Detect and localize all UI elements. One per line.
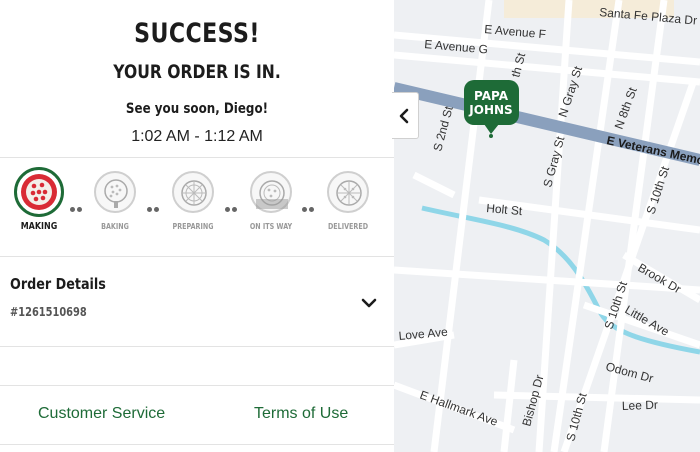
divider (0, 385, 394, 386)
page-subtitle: YOUR ORDER IS IN. (113, 61, 281, 83)
tracker-connector (225, 199, 241, 212)
pizza-preparing-icon (172, 171, 214, 213)
street-label: Holt St (486, 201, 524, 218)
pizza-delivered-icon (327, 171, 369, 213)
order-status-panel: SUCCESS! YOUR ORDER IS IN. See you soon,… (0, 0, 394, 452)
terms-of-use-link[interactable]: Terms of Use (254, 405, 348, 423)
tracker-step-baking: BAKING (85, 171, 145, 231)
divider (0, 444, 394, 445)
map-canvas: E Avenue G E Avenue F Santa Fe Plaza Dr … (394, 0, 700, 452)
greeting-text: See you soon, Diego! (125, 101, 269, 117)
tracker-step-label: DELIVERED (327, 222, 369, 231)
tracker-step-label: BAKING (101, 222, 129, 231)
delivery-time-window: 1:02 AM - 1:12 AM (131, 128, 263, 145)
pizza-making-icon (14, 167, 64, 217)
street-label: Lee Dr (622, 398, 658, 413)
street-label: Brook Dr (636, 260, 684, 296)
tracker-step-preparing: PREPARING (163, 171, 223, 231)
page-title: SUCCESS! (134, 18, 260, 49)
street-label: N 8th St (612, 85, 640, 131)
tracker-connector (302, 199, 318, 212)
tracker-step-label: MAKING (20, 221, 58, 232)
divider (0, 346, 394, 347)
pin-logo-line1: PAPA (474, 89, 509, 103)
tracker-step-delivered: DELIVERED (318, 171, 378, 231)
tracker-connector (147, 199, 163, 212)
chevron-down-icon (361, 298, 377, 308)
street-label: E Hallmark Ave (418, 388, 500, 429)
divider (0, 157, 394, 158)
tracker-step-label: ON ITS WAY (249, 222, 293, 231)
street-label: S 10th St (644, 164, 673, 216)
order-details-title: Order Details (10, 275, 106, 293)
pin-logo-line2: JOHNS (468, 103, 512, 117)
order-details-toggle[interactable] (360, 296, 378, 310)
street-label: S 2nd St (430, 104, 456, 153)
pizza-baking-icon (94, 171, 136, 213)
tracker-step-on-its-way: ON ITS WAY (241, 171, 301, 231)
street-label: th St (508, 51, 528, 79)
tracker-connector (70, 199, 86, 212)
customer-service-link[interactable]: Customer Service (38, 405, 165, 423)
street-label: E Veterans Memorial (605, 133, 700, 171)
street-label: E Avenue F (484, 22, 547, 41)
order-number: #1261510698 (10, 305, 87, 319)
street-label: S Gray St (540, 134, 567, 189)
tracker-step-making: MAKING (9, 167, 69, 232)
divider (0, 256, 394, 257)
minor-roads (394, 0, 700, 452)
collapse-panel-button[interactable] (392, 92, 419, 139)
chevron-left-icon (399, 108, 409, 124)
pizza-on-its-way-icon (250, 171, 292, 213)
tracker-step-label: PREPARING (172, 222, 214, 231)
delivery-map[interactable]: E Avenue G E Avenue F Santa Fe Plaza Dr … (394, 0, 700, 452)
